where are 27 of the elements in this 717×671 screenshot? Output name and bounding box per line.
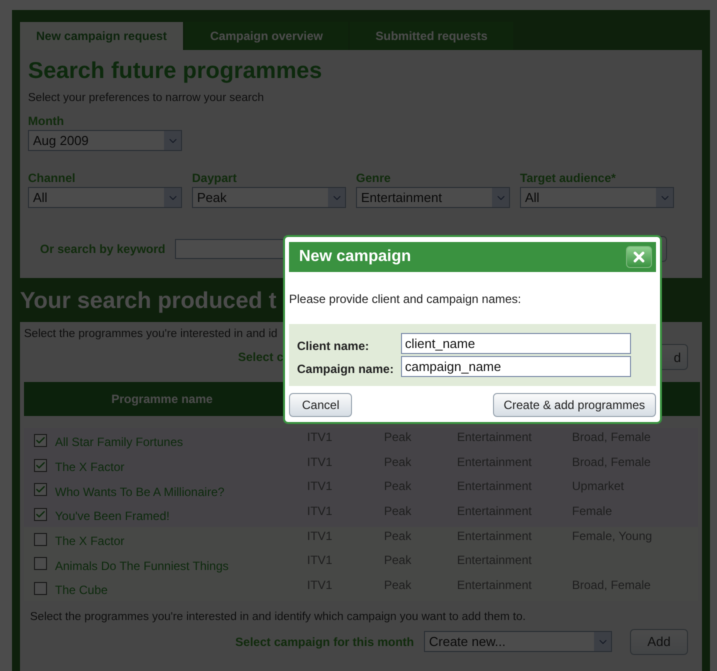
programme-name: Who Wants To Be A Millionaire? — [55, 484, 224, 499]
field-label: Campaign name: — [297, 360, 395, 376]
programme-name: The X Factor — [55, 459, 124, 474]
programme-name: All Star Family Fortunes — [55, 434, 184, 450]
page-heading: Search future programmes — [28, 56, 322, 84]
cancel-button[interactable]: Cancel — [289, 393, 352, 417]
campaign-label: Select c — [238, 350, 284, 364]
filter-label: Target audience* — [520, 171, 617, 185]
close-button[interactable] — [626, 246, 652, 268]
dialog-title: New campaign — [299, 248, 412, 266]
programme-name: The X Factor — [55, 533, 124, 548]
filter-label: Daypart — [192, 171, 238, 185]
campaign-label: Select campaign for this month — [235, 634, 414, 649]
field-label: Client name: — [297, 338, 370, 352]
programme-name: The Cube — [55, 582, 108, 598]
input-field[interactable]: campaign_name — [401, 356, 631, 377]
month-label: Month — [28, 114, 65, 128]
dialog-message: Please provide client and campaign names: — [289, 292, 522, 306]
close-icon — [631, 249, 647, 265]
results-heading: Your search produced t — [20, 286, 276, 314]
filter-label: Genre — [356, 171, 392, 185]
input-field[interactable]: client_name — [401, 333, 631, 354]
programme-name: You've Been Framed! — [55, 508, 170, 524]
filter-label: Channel — [28, 171, 76, 185]
programme-name: Animals Do The Funniest Things — [55, 558, 229, 573]
create-button[interactable]: Create & add programmes — [492, 393, 656, 417]
keyword-label: Or search by keyword — [40, 242, 166, 256]
